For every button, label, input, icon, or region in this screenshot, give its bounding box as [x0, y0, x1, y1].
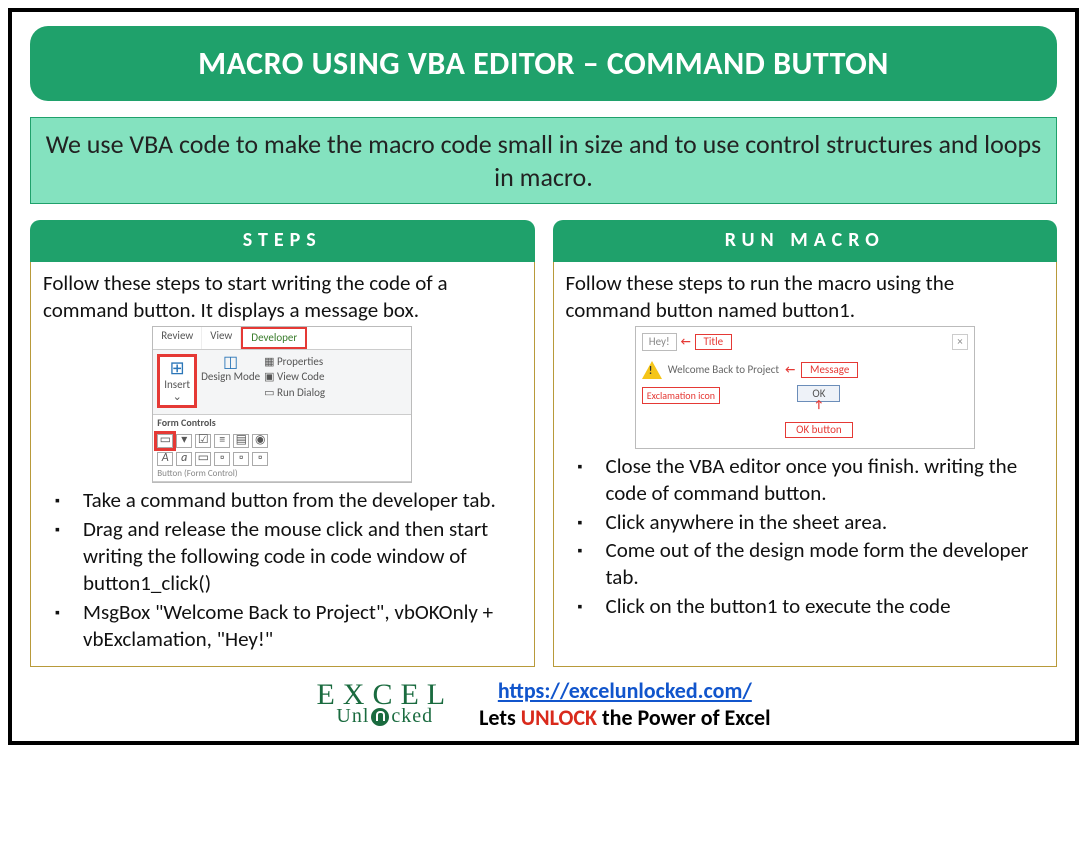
run-item-4: Click on the button1 to execute the code: [588, 593, 1045, 620]
design-mode-group: ◫ Design Mode: [201, 354, 260, 384]
spin-control-icon: ≡: [214, 434, 230, 448]
tag-post: the Power of Excel: [597, 704, 770, 731]
exclamation-callout-label: Exclamation icon: [642, 387, 720, 404]
group-control-icon: ▭: [195, 452, 211, 466]
chevron-down-icon: ⌄: [164, 391, 190, 403]
exclamation-triangle-icon: [642, 361, 662, 379]
ribbon-tabs: Review View Developer: [153, 327, 411, 350]
label-control-icon: A: [157, 452, 173, 466]
design-mode-icon: ◫: [201, 354, 260, 372]
ribbon-tab-review: Review: [153, 327, 202, 349]
fc-row-1: ▭ ▾ ☑ ≡ ▤ ◉: [153, 432, 411, 450]
ok-label-wrap: OK button: [730, 410, 908, 438]
steps-list: Take a command button from the developer…: [43, 487, 522, 652]
misc-control-icon: ▫: [214, 452, 230, 466]
tagline: Lets UNLOCK the Power of Excel: [479, 704, 770, 731]
close-icon: ×: [952, 334, 967, 350]
ok-section: OK ↑ OK button: [730, 387, 908, 438]
button-control-icon: ▭: [157, 434, 173, 448]
logo: EXCEL Unlcked: [316, 682, 453, 726]
columns-container: STEPS Follow these steps to start writin…: [30, 220, 1057, 667]
footer-url-link[interactable]: https://excelunlocked.com/: [498, 677, 752, 704]
arrow-up-icon: ↑: [730, 401, 908, 410]
steps-body: Follow these steps to start writing the …: [30, 262, 535, 667]
scroll-control-icon: a: [176, 452, 192, 466]
run-item-1: Close the VBA editor once you finish. wr…: [588, 453, 1045, 507]
run-macro-header: RUN MACRO: [553, 220, 1058, 262]
form-controls-dropdown: Form Controls ▭ ▾ ☑ ≡ ▤ ◉ A: [153, 414, 411, 482]
msgbox-title-text: Hey!: [642, 333, 677, 351]
arrow-left-icon: ←: [681, 335, 691, 349]
design-mode-label: Design Mode: [201, 371, 260, 383]
misc3-control-icon: ▫: [252, 452, 268, 466]
misc2-control-icon: ▫: [233, 452, 249, 466]
title-callout-label: Title: [695, 334, 733, 350]
run-item-2: Click anywhere in the sheet area.: [588, 509, 1045, 536]
footer: EXCEL Unlcked https://excelunlocked.com/…: [30, 673, 1057, 733]
document-frame: MACRO USING VBA EDITOR – COMMAND BUTTON …: [8, 8, 1079, 745]
msgbox-message-text: Welcome Back to Project: [668, 363, 779, 377]
insert-label: Insert: [164, 379, 190, 391]
steps-item-2: Drag and release the mouse click and the…: [65, 516, 522, 597]
list-control-icon: ▤: [233, 434, 249, 448]
check-control-icon: ☑: [195, 434, 211, 448]
message-callout-label: Message: [801, 362, 858, 378]
msgbox-illustration: Hey! ← Title × Welcome Back to Project ←…: [566, 326, 1045, 449]
logo-post: cked: [391, 705, 433, 727]
msgbox-top-row: Hey! ← Title ×: [642, 333, 968, 351]
form-control-caption: Button (Form Control): [153, 468, 411, 482]
run-item-3: Come out of the design mode form the dev…: [588, 537, 1045, 591]
ribbon-content: ⊞ Insert ⌄ ◫ Design Mode ▦ Properties ▣ …: [153, 350, 411, 412]
ribbon-tab-view: View: [202, 327, 241, 349]
arrow-left-icon-2: ←: [785, 363, 795, 377]
logo-unlocked-text: Unlcked: [336, 708, 433, 726]
steps-intro: Follow these steps to start writing the …: [43, 270, 522, 324]
run-macro-intro: Follow these steps to run the macro usin…: [566, 270, 1045, 324]
properties-label: ▦ Properties: [264, 354, 325, 369]
run-macro-list: Close the VBA editor once you finish. wr…: [566, 453, 1045, 620]
run-macro-column: RUN MACRO Follow these steps to run the …: [553, 220, 1058, 667]
ribbon-prop-list: ▦ Properties ▣ View Code ▭ Run Dialog: [264, 354, 325, 400]
steps-column: STEPS Follow these steps to start writin…: [30, 220, 535, 667]
combo-control-icon: ▾: [176, 434, 192, 448]
msgbox-lower-row: Exclamation icon OK ↑ OK button: [642, 387, 968, 438]
tag-pre: Lets: [479, 704, 521, 731]
msgbox-mock: Hey! ← Title × Welcome Back to Project ←…: [635, 326, 975, 449]
fc-row-2: A a ▭ ▫ ▫ ▫: [153, 450, 411, 468]
steps-item-3: MsgBox "Welcome Back to Project", vbOKOn…: [65, 599, 522, 653]
viewcode-label: ▣ View Code: [264, 369, 325, 384]
option-control-icon: ◉: [252, 434, 268, 448]
rundialog-label: ▭ Run Dialog: [264, 385, 325, 400]
ok-callout-label: OK button: [785, 422, 853, 438]
page-subtitle: We use VBA code to make the macro code s…: [30, 117, 1057, 204]
msgbox-msg-row: Welcome Back to Project ← Message: [642, 361, 968, 379]
lock-icon: [371, 708, 389, 726]
logo-pre: Unl: [336, 705, 369, 727]
ribbon-tab-developer: Developer: [241, 327, 307, 349]
steps-item-1: Take a command button from the developer…: [65, 487, 522, 514]
ribbon-illustration: Review View Developer ⊞ Insert ⌄ ◫: [43, 326, 522, 483]
page-title: MACRO USING VBA EDITOR – COMMAND BUTTON: [30, 26, 1057, 101]
footer-text: https://excelunlocked.com/ Lets UNLOCK t…: [479, 677, 770, 731]
steps-header: STEPS: [30, 220, 535, 262]
form-controls-title: Form Controls: [153, 415, 411, 432]
ribbon-mock: Review View Developer ⊞ Insert ⌄ ◫: [152, 326, 412, 483]
insert-icon: ⊞: [164, 359, 190, 379]
tag-unlock: UNLOCK: [521, 704, 597, 731]
run-macro-body: Follow these steps to run the macro usin…: [553, 262, 1058, 667]
insert-button-highlight: ⊞ Insert ⌄: [157, 354, 197, 408]
